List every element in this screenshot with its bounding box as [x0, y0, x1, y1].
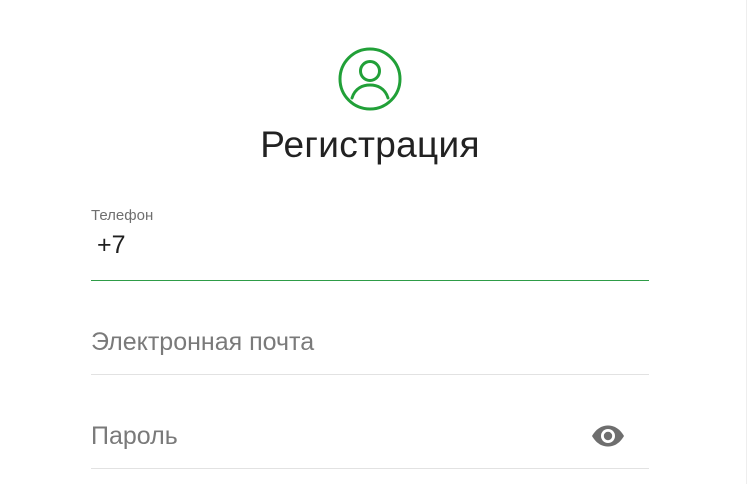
phone-field[interactable]: Телефон +7: [91, 207, 649, 283]
registration-page: Регистрация Телефон +7 Электронная почта…: [0, 0, 747, 484]
password-placeholder: Пароль: [91, 422, 178, 450]
password-field[interactable]: Пароль: [91, 394, 649, 470]
user-avatar-icon: [337, 46, 403, 112]
email-placeholder: Электронная почта: [91, 328, 315, 356]
user-circle-icon: [338, 47, 402, 111]
phone-label: Телефон: [91, 207, 154, 224]
email-field[interactable]: Электронная почта: [91, 300, 649, 376]
email-underline: [91, 374, 649, 375]
phone-underline: [91, 280, 649, 281]
show-password-button[interactable]: [591, 425, 625, 447]
phone-input-value[interactable]: +7: [97, 229, 126, 261]
password-underline: [91, 468, 649, 469]
eye-icon[interactable]: [591, 425, 625, 447]
page-title: Регистрация: [260, 124, 480, 165]
